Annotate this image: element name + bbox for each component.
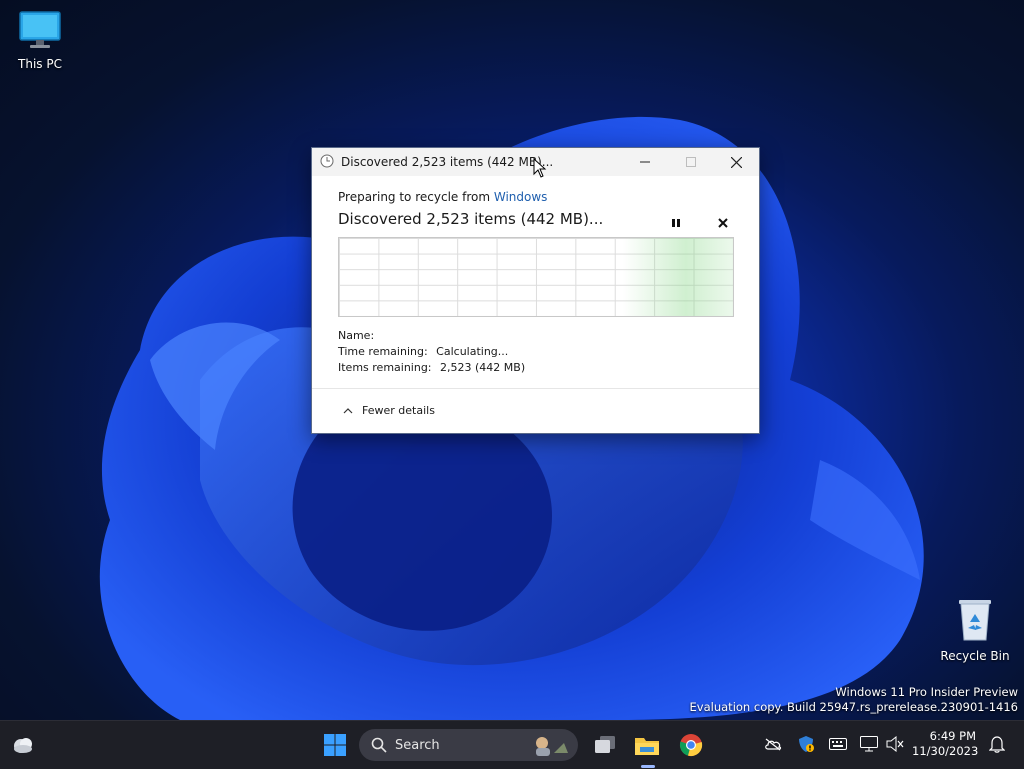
maximize-button — [668, 148, 714, 176]
time-remaining-row: Time remaining: Calculating... — [338, 344, 525, 360]
minimize-button[interactable] — [622, 148, 668, 176]
file-explorer-icon — [635, 738, 659, 755]
onedrive-icon — [765, 738, 782, 751]
chrome-button[interactable] — [674, 721, 708, 769]
cancel-button[interactable] — [715, 215, 731, 231]
close-window-button[interactable] — [713, 148, 759, 176]
watermark-line2: Evaluation copy. Build 25947.rs_prerelea… — [689, 700, 1018, 714]
items-remaining-value: 2,523 (442 MB) — [440, 361, 526, 374]
notifications-button[interactable] — [988, 735, 1006, 753]
dialog-footer: Fewer details — [312, 388, 759, 434]
onedrive-tray-button[interactable] — [764, 735, 782, 753]
preparing-text: Preparing to recycle from Windows — [338, 190, 733, 204]
monitor-icon — [19, 11, 61, 48]
watermark-line1: Windows 11 Pro Insider Preview — [835, 685, 1018, 699]
bell-icon — [989, 736, 1005, 753]
time-remaining-value: Calculating... — [436, 345, 509, 358]
clock-date: 11/30/2023 — [912, 744, 979, 758]
name-row: Name: — [338, 328, 525, 344]
desktop-icon-this-pc[interactable]: This PC — [0, 10, 80, 71]
mouse-cursor-icon — [533, 158, 547, 178]
taskbar-search[interactable]: Search — [359, 729, 578, 761]
task-view-icon — [595, 736, 615, 753]
pause-icon — [672, 219, 680, 227]
volume-tray-button[interactable] — [886, 735, 904, 753]
start-icon — [324, 734, 346, 756]
start-button[interactable] — [318, 721, 352, 769]
defender-tray-button[interactable] — [797, 735, 815, 753]
recycle-bin-icon — [959, 600, 991, 641]
windows-watermark: Windows 11 Pro Insider Preview Evaluatio… — [690, 685, 1018, 715]
search-placeholder: Search — [395, 737, 440, 753]
dialog-title: Discovered 2,523 items (442 MB)... — [341, 155, 554, 169]
search-icon — [371, 737, 387, 753]
recycle-progress-dialog: Discovered 2,523 items (442 MB)... Prepa… — [311, 147, 760, 434]
minimize-icon — [640, 161, 650, 163]
desktop-icon-label: This PC — [18, 57, 62, 71]
keyboard-icon — [829, 738, 847, 750]
clock-icon — [320, 154, 334, 168]
dialog-content: Preparing to recycle from Windows Discov… — [338, 190, 733, 228]
source-folder-link[interactable]: Windows — [494, 190, 548, 204]
search-highlight-icon — [536, 737, 568, 756]
time-remaining-label: Time remaining: — [338, 345, 428, 358]
clock-time: 6:49 PM — [929, 729, 976, 743]
desktop-icon-recycle-bin[interactable]: Recycle Bin — [935, 596, 1015, 663]
widgets-icon — [14, 738, 32, 753]
fewer-details-button[interactable]: Fewer details — [342, 404, 435, 417]
taskbar: Search 6:49 PM 11/30/2023 — [0, 720, 1024, 769]
display-tray-button[interactable] — [860, 735, 878, 753]
file-explorer-button[interactable] — [630, 721, 664, 769]
items-remaining-label: Items remaining: — [338, 361, 432, 374]
chrome-icon — [679, 734, 703, 757]
transfer-speed-graph — [338, 237, 734, 317]
desktop-icon-label: Recycle Bin — [940, 649, 1010, 663]
volume-muted-icon — [886, 736, 904, 752]
defender-icon — [799, 736, 814, 752]
chevron-up-icon — [343, 407, 353, 413]
close-icon — [730, 156, 742, 168]
pause-button[interactable] — [668, 215, 684, 231]
name-label: Name: — [338, 329, 375, 342]
keyboard-tray-button[interactable] — [829, 735, 847, 753]
preparing-prefix: Preparing to recycle from — [338, 190, 494, 204]
details-panel: Name: Time remaining: Calculating... Ite… — [338, 328, 525, 376]
fewer-details-label: Fewer details — [362, 404, 435, 417]
task-view-button[interactable] — [588, 721, 622, 769]
widgets-button[interactable] — [6, 721, 40, 769]
items-remaining-row: Items remaining: 2,523 (442 MB) — [338, 360, 525, 376]
display-icon — [860, 736, 878, 752]
taskbar-clock[interactable]: 6:49 PM 11/30/2023 — [912, 729, 979, 759]
maximize-icon — [686, 157, 696, 167]
close-icon — [718, 218, 728, 228]
